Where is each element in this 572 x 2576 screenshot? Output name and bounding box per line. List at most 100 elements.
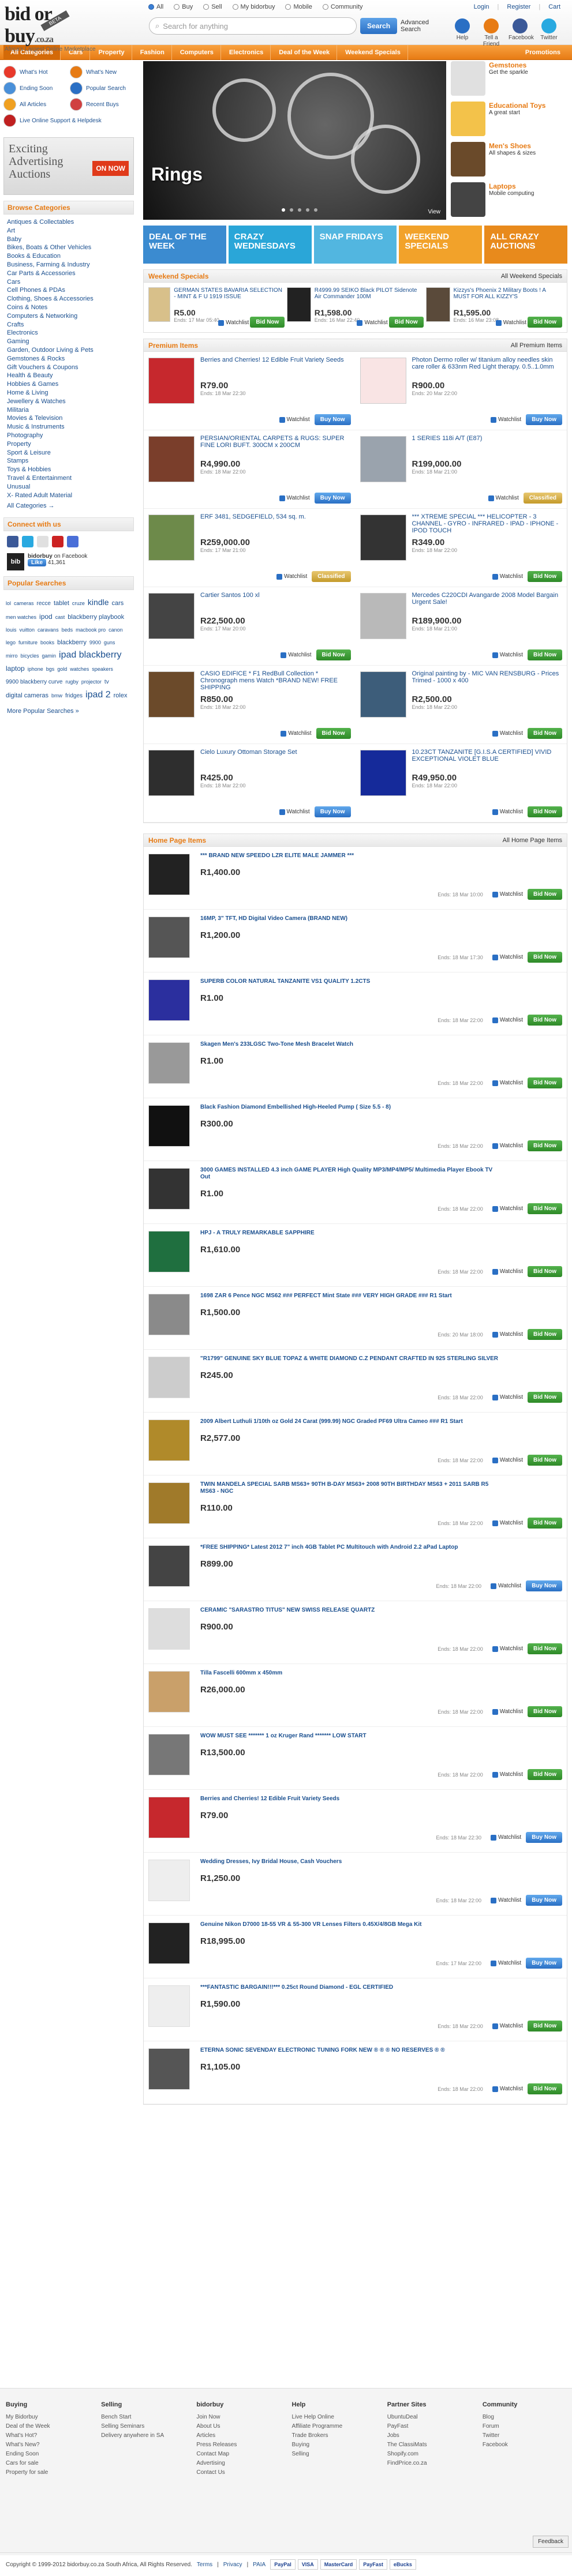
footer-link[interactable]: Buying xyxy=(292,2440,376,2450)
footer-link[interactable]: Blog xyxy=(483,2413,566,2422)
popular-search-tag[interactable]: caravans xyxy=(38,624,59,636)
footer-link[interactable]: PayFast xyxy=(387,2422,471,2431)
item-image[interactable] xyxy=(148,1420,190,1461)
category-link[interactable]: Movies & Television xyxy=(7,414,130,423)
category-link[interactable]: Property xyxy=(7,440,130,449)
cart-link[interactable]: Cart xyxy=(548,3,560,10)
header-twitter-link[interactable]: Twitter xyxy=(537,18,560,47)
category-link[interactable]: Books & Education xyxy=(7,252,130,261)
category-link[interactable]: Computers & Networking xyxy=(7,312,130,321)
popular-search-tag[interactable]: gold xyxy=(57,663,67,675)
popular-search-tag[interactable]: vuitton xyxy=(20,624,35,636)
watchlist-link[interactable]: Watchlist xyxy=(281,730,312,737)
popular-search-tag[interactable]: fridges xyxy=(65,690,83,703)
buy-now-button[interactable]: Buy Now xyxy=(526,414,562,425)
popular-search-tag[interactable]: tv xyxy=(104,676,109,689)
popular-search-tag[interactable]: furniture xyxy=(18,636,38,649)
item-title[interactable]: 2009 Albert Luthuli 1/10th oz Gold 24 Ca… xyxy=(200,1418,500,1425)
item-title[interactable]: Wedding Dresses, Ivy Bridal House, Cash … xyxy=(200,1858,500,1865)
popular-search-tag[interactable]: blackberry playbook xyxy=(68,611,124,624)
watchlist-link[interactable]: Watchlist xyxy=(491,1960,521,1966)
popular-search-tag[interactable]: ipod xyxy=(39,610,53,623)
popular-search-tag[interactable]: digital cameras xyxy=(6,689,48,702)
item-image[interactable] xyxy=(148,854,190,895)
slide-view-link[interactable]: View xyxy=(428,209,441,215)
item-image[interactable] xyxy=(148,1860,190,1901)
fb-like-button[interactable]: Like xyxy=(28,559,47,567)
category-tab[interactable]: Property xyxy=(91,44,132,60)
popular-search-tag[interactable]: ipad 2 xyxy=(85,689,111,701)
home-item[interactable]: Tilla Fascelli 600mm x 450mm R26,000.00 En… xyxy=(144,1664,567,1727)
deal-tile[interactable]: Deal of the Week xyxy=(143,226,226,264)
item-title[interactable]: WOW MUST SEE ******* 1 oz Kruger Rand **… xyxy=(200,1733,500,1740)
quick-link[interactable]: Popular Search xyxy=(70,82,134,95)
popular-search-tag[interactable]: canon xyxy=(109,624,123,636)
category-link[interactable]: Photography xyxy=(7,431,130,440)
watchlist-link[interactable]: Watchlist xyxy=(488,495,519,501)
item-title[interactable]: Mercedes C220CDI Avangarde 2008 Model Ba… xyxy=(412,592,563,613)
footer-link[interactable]: What's Hot? xyxy=(6,2431,89,2440)
premium-item[interactable]: ERF 3481, SEDGEFIELD, 534 sq. m. R259,000… xyxy=(144,509,356,587)
item-image[interactable] xyxy=(148,436,195,482)
watchlist-link[interactable]: Watchlist xyxy=(492,1017,523,1023)
category-link[interactable]: Sport & Leisure xyxy=(7,449,130,457)
watchlist-link[interactable]: Watchlist xyxy=(279,495,310,501)
category-link[interactable]: Electronics xyxy=(7,329,130,337)
header-facebook-link[interactable]: Facebook xyxy=(509,18,534,47)
item-title[interactable]: 1698 ZAR 6 Pence NGC MS62 ### PERFECT Mi… xyxy=(200,1293,500,1300)
buy-now-button[interactable]: Buy Now xyxy=(526,1580,562,1591)
mode-radio[interactable] xyxy=(232,4,238,10)
advanced-search-link[interactable]: Advanced Search xyxy=(401,19,429,33)
bid-now-button[interactable]: Bid Now xyxy=(528,1329,562,1340)
premium-item[interactable]: Photon Dermo roller w/ titanium alloy ne… xyxy=(355,352,567,430)
popular-search-tag[interactable]: books xyxy=(40,636,54,649)
all-categories-link[interactable]: All Categories → xyxy=(7,502,55,509)
item-image[interactable] xyxy=(360,358,406,404)
category-link[interactable]: Cars xyxy=(7,278,130,287)
popular-search-tag[interactable]: watches xyxy=(70,663,89,675)
paia-link[interactable]: PAIA xyxy=(253,2562,266,2568)
home-item[interactable]: 2009 Albert Luthuli 1/10th oz Gold 24 Ca… xyxy=(144,1413,567,1475)
watchlist-link[interactable]: Watchlist xyxy=(492,954,523,960)
item-title[interactable]: GERMAN STATES BAVARIA SELECTION - MINT &… xyxy=(174,287,285,306)
search-button[interactable]: Search xyxy=(360,18,398,34)
footer-link[interactable]: Forum xyxy=(483,2422,566,2431)
watchlist-link[interactable]: Watchlist xyxy=(491,1834,521,1841)
category-link[interactable]: Antiques & Collectables xyxy=(7,218,130,227)
footer-link[interactable]: Selling xyxy=(292,2450,376,2459)
watchlist-link[interactable]: Watchlist xyxy=(495,320,526,326)
home-item[interactable]: Genuine Nikon D7000 18-55 VR & 55-300 VR… xyxy=(144,1916,567,1978)
quick-link[interactable]: Recent Buys xyxy=(70,98,134,111)
bid-now-button[interactable]: Bid Now xyxy=(528,649,562,660)
quick-link[interactable]: Ending Soon xyxy=(3,82,68,95)
item-title[interactable]: *** XTREME SPECIAL *** HELICOPTER - 3 CH… xyxy=(412,513,563,534)
popular-search-tag[interactable]: 9900 xyxy=(89,636,101,649)
popular-search-tag[interactable]: guns xyxy=(104,636,115,649)
item-title[interactable]: Berries and Cherries! 12 Edible Fruit Va… xyxy=(200,1796,500,1803)
footer-link[interactable]: Contact Map xyxy=(196,2450,280,2459)
privacy-link[interactable]: Privacy xyxy=(223,2562,242,2568)
all-weekend-link[interactable]: All Weekend Specials xyxy=(501,273,562,280)
home-item[interactable]: TWIN MANDELA SPECIAL SARB MS63+ 90TH B-D… xyxy=(144,1475,567,1538)
footer-link[interactable]: Live Help Online xyxy=(292,2413,376,2422)
item-image[interactable] xyxy=(148,1168,190,1210)
item-title[interactable]: Genuine Nikon D7000 18-55 VR & 55-300 VR… xyxy=(200,1921,500,1928)
weekend-item[interactable]: GERMAN STATES BAVARIA SELECTION - MINT &… xyxy=(148,287,285,328)
premium-item[interactable]: Mercedes C220CDI Avangarde 2008 Model Ba… xyxy=(355,587,567,666)
popular-search-tag[interactable]: cameras xyxy=(14,597,34,610)
bid-now-button[interactable]: Bid Now xyxy=(528,2021,562,2031)
popular-search-tag[interactable]: macbook pro xyxy=(76,624,106,636)
mode-all[interactable]: All xyxy=(147,3,169,10)
bid-now-button[interactable]: Bid Now xyxy=(316,649,351,660)
popular-search-tag[interactable]: iphone xyxy=(28,663,43,675)
bid-now-button[interactable]: Bid Now xyxy=(528,1518,562,1529)
premium-item[interactable]: CASIO EDIFICE * F1 RedBull Collection * … xyxy=(144,666,356,744)
item-title[interactable]: Cartier Santos 100 xl xyxy=(200,592,351,613)
watchlist-link[interactable]: Watchlist xyxy=(492,1206,523,1212)
mode-mobile[interactable]: Mobile xyxy=(284,3,317,10)
side-promo[interactable]: Men's Shoes All shapes & sizes xyxy=(451,142,566,179)
popular-search-tag[interactable]: tablet xyxy=(54,597,69,610)
mode-sell[interactable]: Sell xyxy=(202,3,227,10)
home-item[interactable]: SUPERB COLOR NATURAL TANZANITE VS1 QUALI… xyxy=(144,972,567,1035)
footer-link[interactable]: Ending Soon xyxy=(6,2450,89,2459)
